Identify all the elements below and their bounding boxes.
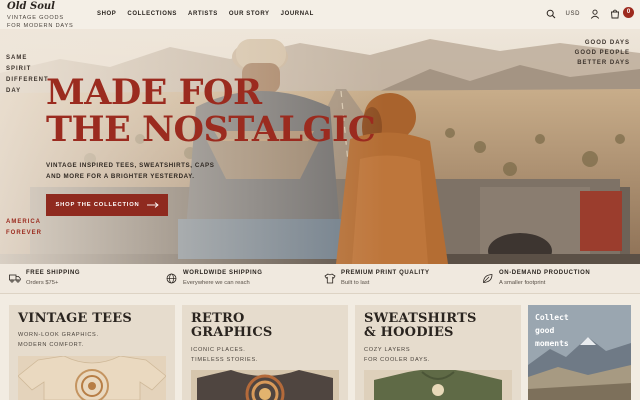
- promo-line1: Collect: [535, 313, 569, 322]
- card-subtitle: ICONIC PLACES. TIMELESS STORIES.: [191, 345, 258, 365]
- nav-journal[interactable]: JOURNAL: [281, 11, 314, 17]
- card-title-line2: & HOODIES: [364, 325, 454, 340]
- retro-graphic-image: [191, 370, 339, 400]
- hero-side-text-right: GOOD DAYS GOOD PEOPLE BETTER DAYS: [575, 38, 630, 68]
- currency-selector[interactable]: USD: [566, 11, 580, 17]
- card-subtitle: WORN-LOOK GRAPHICS. MODERN COMFORT.: [18, 330, 99, 350]
- card-subtitle-line2: MODERN COMFORT.: [18, 342, 85, 348]
- site-header: Old Soul VINTAGE GOODS FOR MODERN DAYS S…: [0, 0, 640, 29]
- cart-icon[interactable]: [610, 9, 620, 19]
- card-title-line1: VINTAGE TEES: [18, 311, 132, 326]
- brand-tagline-line1: VINTAGE GOODS: [7, 15, 64, 21]
- card-subtitle-line1: ICONIC PLACES.: [191, 347, 246, 353]
- card-retro-graphics[interactable]: RETRO GRAPHICS ICONIC PLACES. TIMELESS S…: [182, 305, 348, 400]
- side-bottom-line: AMERICA: [6, 219, 41, 225]
- truck-icon: [9, 274, 21, 283]
- feature-title: WORLDWIDE SHIPPING: [183, 270, 263, 276]
- main-nav: SHOP COLLECTIONS ARTISTS OUR STORY JOURN…: [97, 11, 314, 17]
- brand-logo[interactable]: Old Soul VINTAGE GOODS FOR MODERN DAYS: [7, 2, 74, 30]
- arrow-right-icon: [146, 202, 159, 208]
- card-subtitle-line1: COZY LAYERS: [364, 347, 411, 353]
- collection-cards: VINTAGE TEES WORN-LOOK GRAPHICS. MODERN …: [0, 294, 640, 400]
- globe-icon: [166, 273, 177, 284]
- card-title-line2: GRAPHICS: [191, 325, 273, 340]
- side-left-line: SPIRIT: [6, 66, 32, 72]
- feature-subtitle: A smaller footprint: [499, 280, 546, 286]
- card-subtitle-line2: FOR COOLER DAYS.: [364, 357, 431, 363]
- shop-collection-button[interactable]: SHOP THE COLLECTION: [46, 194, 168, 216]
- shop-collection-label: SHOP THE COLLECTION: [55, 202, 140, 208]
- nav-our-story[interactable]: OUR STORY: [229, 11, 270, 17]
- card-title: SWEATSHIRTS & HOODIES: [364, 312, 477, 340]
- search-icon[interactable]: [546, 9, 556, 19]
- nav-shop[interactable]: SHOP: [97, 11, 116, 17]
- feature-subtitle: Built to last: [341, 280, 370, 286]
- header-actions: USD 0: [546, 7, 634, 20]
- hero-banner: SAME SPIRIT DIFFERENT DAY GOOD DAYS GOOD…: [0, 29, 640, 264]
- side-right-line: GOOD DAYS: [584, 40, 630, 46]
- feature-title: FREE SHIPPING: [26, 270, 81, 276]
- side-left-line: DIFFERENT: [6, 77, 49, 83]
- feature-subtitle: Everywhere we can reach: [183, 280, 250, 286]
- hero-subcopy-line1: VINTAGE INSPIRED TEES, SWEATSHIRTS, CAPS: [46, 162, 215, 169]
- hero-headline-line1: MADE FOR: [46, 72, 262, 113]
- features-strip: FREE SHIPPING Orders $75+ WORLDWIDE SHIP…: [0, 264, 640, 294]
- hero-headline: MADE FOR THE NOSTALGIC: [46, 72, 376, 150]
- card-title-line1: SWEATSHIRTS: [364, 311, 477, 326]
- card-subtitle: COZY LAYERS FOR COOLER DAYS.: [364, 345, 430, 365]
- cart-count-badge: 0: [623, 7, 634, 18]
- shirt-icon: [324, 273, 336, 284]
- side-left-line: SAME: [6, 55, 28, 61]
- card-title: VINTAGE TEES: [18, 312, 132, 326]
- card-title-line1: RETRO: [191, 311, 245, 326]
- card-subtitle-line2: TIMELESS STORIES.: [191, 357, 259, 363]
- brand-name[interactable]: Old Soul: [7, 2, 74, 12]
- feature-title: ON-DEMAND PRODUCTION: [499, 270, 591, 276]
- hero-side-text-bottom: AMERICA FOREVER: [6, 217, 42, 239]
- card-title: RETRO GRAPHICS: [191, 312, 272, 340]
- card-vintage-tees[interactable]: VINTAGE TEES WORN-LOOK GRAPHICS. MODERN …: [9, 305, 175, 400]
- side-bottom-line: FOREVER: [6, 230, 43, 236]
- hero-headline-line2: THE NOSTALGIC: [46, 109, 376, 150]
- hero-side-text-left: SAME SPIRIT DIFFERENT DAY: [6, 53, 49, 97]
- promo-line2: good: [535, 326, 555, 335]
- side-right-line: BETTER DAYS: [577, 60, 630, 66]
- nav-artists[interactable]: ARTISTS: [188, 11, 218, 17]
- card-sweatshirts-hoodies[interactable]: SWEATSHIRTS & HOODIES COZY LAYERS FOR CO…: [355, 305, 521, 400]
- hero-subcopy-line2: AND MORE FOR A BRIGHTER YESTERDAY.: [46, 173, 195, 180]
- nav-collections[interactable]: COLLECTIONS: [127, 11, 177, 17]
- account-icon[interactable]: [590, 9, 600, 19]
- hero-subcopy: VINTAGE INSPIRED TEES, SWEATSHIRTS, CAPS…: [46, 160, 226, 182]
- side-right-line: GOOD PEOPLE: [574, 50, 630, 56]
- collect-moments-promo[interactable]: Collect good moments: [528, 305, 631, 400]
- vintage-tee-image: [18, 356, 166, 400]
- promo-text: Collect good moments: [535, 311, 569, 350]
- feature-subtitle: Orders $75+: [26, 280, 59, 286]
- feature-title: PREMIUM PRINT QUALITY: [341, 270, 430, 276]
- card-subtitle-line1: WORN-LOOK GRAPHICS.: [18, 332, 99, 338]
- promo-line3: moments: [535, 339, 569, 348]
- hoodie-image: [364, 370, 512, 400]
- leaf-icon: [483, 274, 493, 283]
- side-left-line: DAY: [6, 88, 22, 94]
